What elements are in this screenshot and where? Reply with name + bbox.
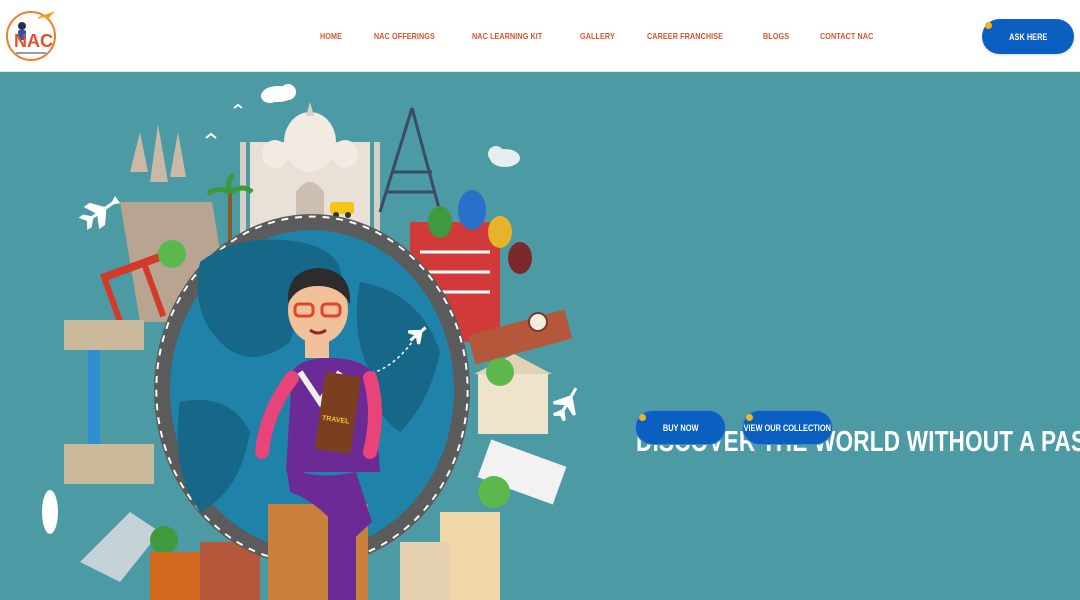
nav-nac-learning-kit[interactable]: NAC LEARNING KIT	[472, 31, 542, 41]
main-nav: HOME NAC OFFERINGS NAC LEARNING KIT GALL…	[320, 0, 908, 72]
nav-home[interactable]: HOME	[320, 31, 342, 41]
nav-career-franchise[interactable]: CAREER FRANCHISE	[647, 31, 723, 41]
eiffel-tower	[378, 107, 442, 213]
buy-now-label: BUY NOW	[662, 422, 699, 433]
view-collection-button[interactable]: VIEW OUR COLLECTION	[742, 410, 833, 445]
nac-logo[interactable]: NAC	[4, 6, 58, 66]
statue-of-liberty	[80, 512, 160, 582]
view-collection-label: VIEW OUR COLLECTION	[743, 422, 832, 433]
cloud-icon	[261, 84, 296, 103]
site-header: NAC HOME NAC OFFERINGS NAC LEARNING KIT …	[0, 0, 1080, 72]
cloud-icon	[488, 146, 520, 167]
nav-contact-nac[interactable]: CONTACT NAC	[820, 31, 873, 41]
greek-temple	[474, 354, 552, 434]
svg-text:NAC: NAC	[14, 31, 53, 51]
tower-bridge	[64, 320, 154, 484]
bird-icon	[205, 103, 243, 139]
nav-blogs[interactable]: BLOGS	[763, 31, 789, 41]
airplane-icon	[78, 196, 121, 231]
buy-now-button[interactable]: BUY NOW	[635, 410, 726, 445]
travel-globe-illustration: TRAVEL	[42, 84, 578, 600]
ask-here-button[interactable]: ASK HERE	[982, 19, 1074, 54]
nav-gallery[interactable]: GALLERY	[580, 31, 615, 41]
accent-dot	[639, 414, 646, 421]
ask-here-label: ASK HERE	[1008, 31, 1048, 42]
nav-nac-offerings[interactable]: NAC OFFERINGS	[374, 31, 435, 41]
accent-dot	[746, 414, 753, 421]
cloud-icon	[42, 490, 58, 534]
airplane-icon	[553, 387, 578, 422]
accent-dot	[985, 22, 992, 29]
hero-section: TRAVEL DISCOVER THE WORLD WITHOUT A PASS…	[0, 72, 1080, 600]
